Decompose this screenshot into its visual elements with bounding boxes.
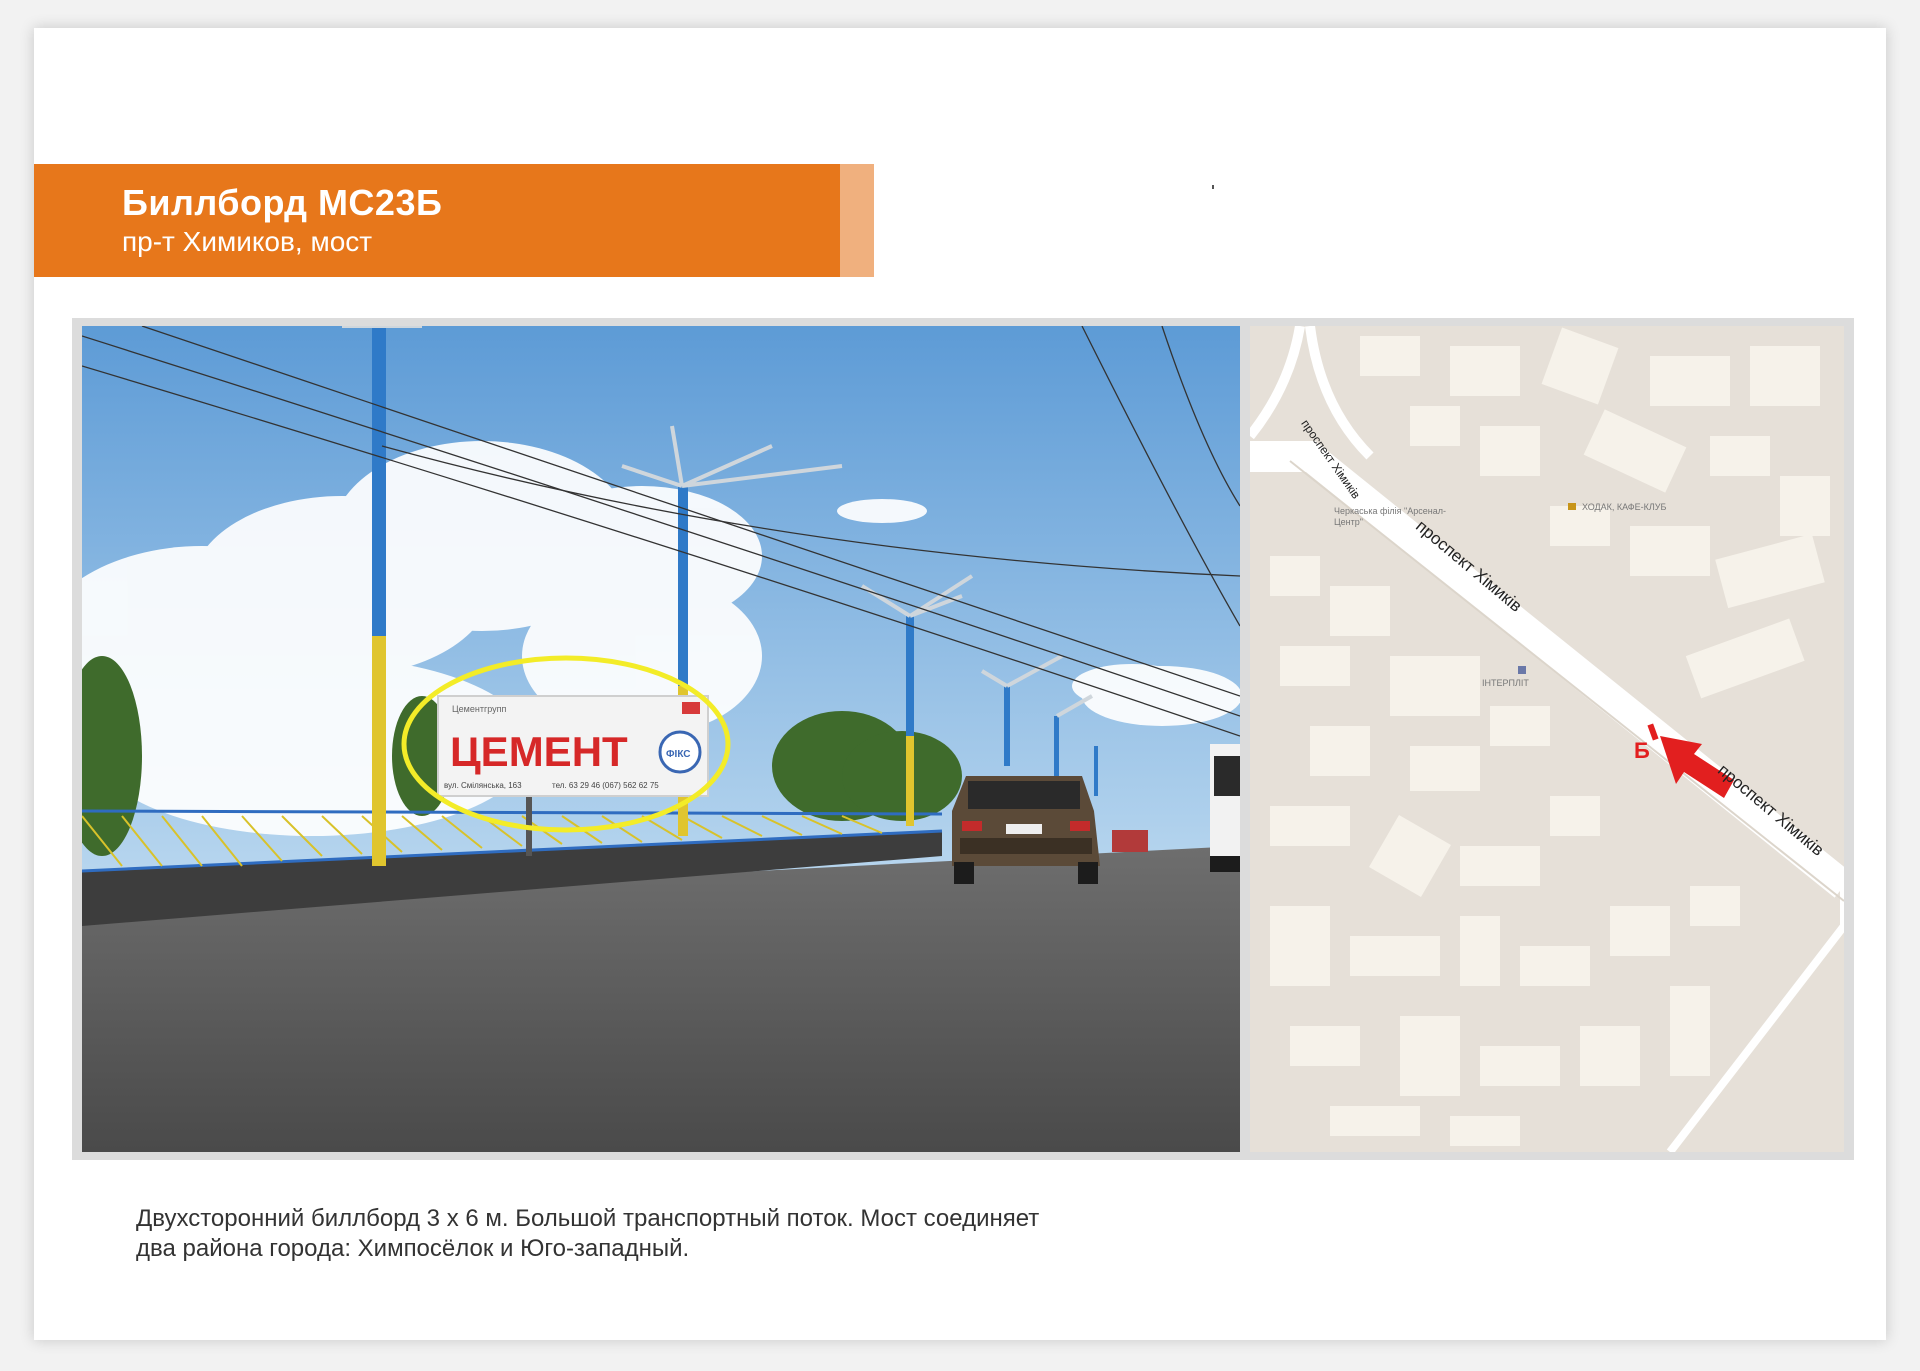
poi-label-branch: Черкаська філія "Арсенал-Центр" [1334, 506, 1446, 527]
billboard-headline: ЦЕМЕНТ [450, 728, 628, 775]
billboard-brand: Цементгрупп [452, 704, 507, 714]
description-line-2: два района города: Химпосёлок и Юго-запа… [136, 1235, 690, 1262]
location-map: проспект Хімиків проспект Хімиків проспе… [1250, 326, 1844, 1152]
page-title: Биллборд МС23Б [122, 182, 443, 223]
poi-label-cafe: ХОДАК, КАФЕ-КЛУБ [1582, 502, 1667, 512]
media-frame: Цементгрупп ЦЕМЕНТ ФІКС вул. Смілянська,… [72, 318, 1854, 1160]
distant-car [1112, 830, 1148, 852]
page-subtitle: пр-т Химиков, мост [122, 226, 373, 257]
van [1210, 744, 1240, 872]
map-canvas [1250, 326, 1844, 1152]
stray-mark [1212, 185, 1214, 189]
page-sheet: Биллборд МС23Б пр-т Химиков, мост Цемент… [34, 28, 1886, 1340]
photo-scene: Цементгрупп ЦЕМЕНТ ФІКС вул. Смілянська,… [82, 326, 1240, 1152]
shop-icon [1518, 666, 1526, 674]
header-accent [840, 164, 874, 277]
marker-letter: Б [1634, 738, 1650, 763]
poi-label-shop: ІНТЕРПЛІТ [1482, 678, 1529, 688]
billboard-photo: Цементгрупп ЦЕМЕНТ ФІКС вул. Смілянська,… [82, 326, 1240, 1152]
cafe-icon [1568, 503, 1576, 510]
description-line-1: Двухсторонний биллборд 3 х 6 м. Большой … [136, 1205, 1040, 1232]
billboard-logo [682, 702, 700, 714]
billboard-phone: тел. 63 29 46 (067) 562 62 75 [552, 781, 659, 790]
billboard-badge-text: ФІКС [666, 749, 691, 760]
billboard-address: вул. Смілянська, 163 [444, 781, 522, 790]
description: Двухсторонний биллборд 3 х 6 м. Большой … [136, 1204, 1236, 1264]
header-band: Биллборд МС23Б пр-т Химиков, мост [34, 164, 874, 277]
